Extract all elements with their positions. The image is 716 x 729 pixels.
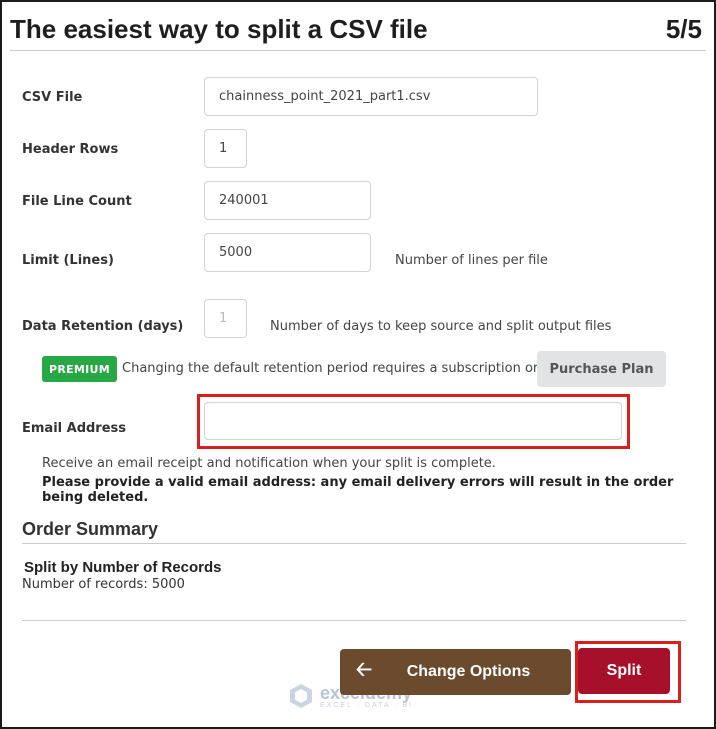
limit-hint: Number of lines per file xyxy=(395,253,548,268)
file-line-count-field[interactable]: 240001 xyxy=(204,181,371,220)
email-note: Receive an email receipt and notificatio… xyxy=(42,456,496,471)
summary-heading: Split by Number of Records xyxy=(24,559,222,576)
csv-file-value: chainness_point_2021_part1.csv xyxy=(219,89,431,104)
header-rows-value: 1 xyxy=(219,141,228,156)
file-line-count-label: File Line Count xyxy=(22,194,132,209)
header-rows-label: Header Rows xyxy=(22,142,119,157)
csv-file-label: CSV File xyxy=(22,90,83,105)
retention-value: 1 xyxy=(219,311,228,326)
step-indicator: 5/5 xyxy=(665,14,702,44)
limit-value: 5000 xyxy=(219,245,253,260)
watermark-tagline: EXCEL · DATA · BI xyxy=(320,701,413,709)
order-summary-title: Order Summary xyxy=(22,519,159,539)
file-line-count-value: 240001 xyxy=(219,193,269,208)
purchase-plan-button[interactable]: Purchase Plan xyxy=(537,351,666,387)
premium-notice: Changing the default retention period re… xyxy=(122,361,571,376)
retention-field[interactable]: 1 xyxy=(204,299,247,338)
change-options-button[interactable]: 🡠 Change Options xyxy=(340,649,571,695)
arrow-left-icon: 🡠 xyxy=(355,659,373,681)
header-rows-field[interactable]: 1 xyxy=(204,129,247,168)
limit-field[interactable]: 5000 xyxy=(204,233,371,272)
email-input[interactable] xyxy=(204,402,622,440)
retention-hint: Number of days to keep source and split … xyxy=(270,319,612,334)
premium-badge: PREMIUM xyxy=(42,356,117,382)
summary-divider xyxy=(22,543,686,544)
retention-label: Data Retention (days) xyxy=(22,319,184,334)
page-title: The easiest way to split a CSV file xyxy=(10,14,428,44)
split-button[interactable]: Split xyxy=(578,648,670,694)
limit-label: Limit (Lines) xyxy=(22,253,114,268)
summary-detail: Number of records: 5000 xyxy=(22,577,185,592)
title-divider xyxy=(10,50,706,51)
email-warning: Please provide a valid email address: an… xyxy=(42,475,674,505)
change-options-label: Change Options xyxy=(406,663,531,680)
page-frame: The easiest way to split a CSV file 5/5 … xyxy=(0,0,716,729)
email-label: Email Address xyxy=(22,421,127,436)
actions-divider xyxy=(22,620,686,621)
csv-file-field[interactable]: chainness_point_2021_part1.csv xyxy=(204,77,538,116)
exceldemy-logo-icon xyxy=(290,684,312,708)
